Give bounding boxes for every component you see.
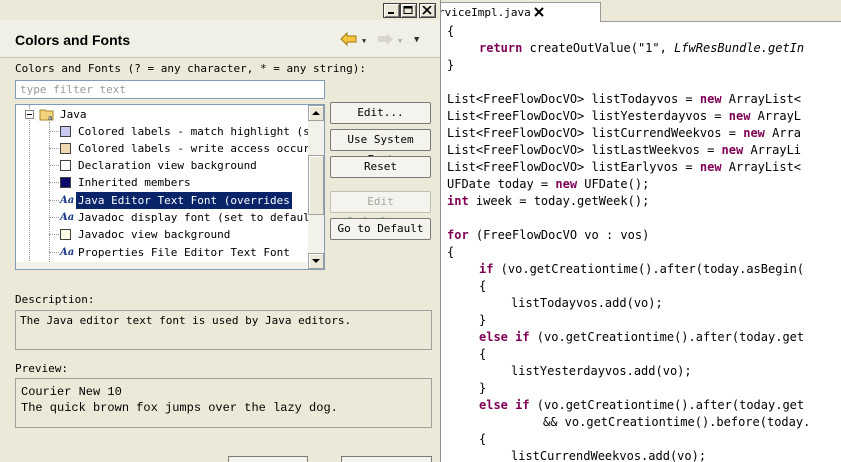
reset-button[interactable]: Reset [330,156,431,178]
code-line: } [447,58,455,72]
code-line: else if (vo.getCreationtime().after(toda… [479,398,805,412]
view-menu-icon[interactable]: ▼ [414,35,419,45]
preview-box: Courier New 10 The quick brown fox jumps… [15,378,432,428]
tree-item-label: Javadoc view background [78,228,231,241]
maximize-icon [403,6,413,14]
scroll-up-button[interactable] [308,105,324,121]
svg-text:a: a [48,114,52,121]
filter-input[interactable] [15,80,325,99]
page-title: Colors and Fonts [15,32,131,48]
tree-horizontal-scrollbar[interactable] [16,262,307,269]
go-to-default-button[interactable]: Go to Default [330,218,431,240]
code-line: else if (vo.getCreationtime().after(toda… [479,330,805,344]
tree-item-label-selected: Java Editor Text Font (overrides [76,192,292,209]
edit-default-button[interactable]: Edit Default... [330,191,431,228]
close-icon [422,6,432,15]
back-arrow-icon[interactable] [340,32,358,46]
colors-fonts-tree[interactable]: a Java Colored labels - match highlight … [15,104,325,270]
code-line: if (vo.getCreationtime().after(today.asB… [479,262,805,276]
code-line: List<FreeFlowDocVO> listEarlyvos = new A… [447,160,802,174]
preview-font-name: Courier New 10 [21,385,122,399]
tree-item-label: Properties File Editor Text Font [78,246,290,259]
font-aa-icon: Aa [60,247,75,258]
tree-item-label: Colored labels - match highlight (set [78,125,324,138]
code-line: List<FreeFlowDocVO> listTodayvos = new A… [447,92,802,106]
minimize-button[interactable] [383,3,400,18]
code-line: int iweek = today.getWeek(); [447,194,650,208]
edit-button[interactable]: Edit... [330,102,431,124]
code-line: { [447,24,455,38]
color-swatch [60,126,71,137]
code-line: List<FreeFlowDocVO> listCurrendWeekvos =… [447,126,802,140]
code-line: { [479,347,487,361]
font-aa-icon: Aa [60,195,75,206]
preview-label: Preview: [15,362,68,375]
code-line: listTodayvos.add(vo); [511,296,663,310]
code-line: return createOutValue("1", LfwResBundle.… [479,41,805,55]
tree-item-inherited-members[interactable]: Inherited members [16,174,316,191]
tree-item-label: Inherited members [78,176,191,189]
code-line: UFDate today = new UFDate(); [447,177,650,191]
forward-history-dropdown-icon[interactable]: ▼ [398,37,402,45]
code-line: } [479,313,487,327]
description-box: The Java editor text font is used by Jav… [15,310,432,350]
arrow-up-icon [312,111,320,115]
scroll-down-button[interactable] [308,253,324,269]
code-editor[interactable]: rviceImpl.java { return createOutValue("… [441,0,841,462]
color-swatch [60,160,71,171]
code-line: } [479,381,487,395]
editor-tab[interactable]: rviceImpl.java [441,2,601,22]
color-swatch [60,177,71,188]
forward-arrow-icon[interactable] [376,32,394,46]
tree-item-colored-labels-match[interactable]: Colored labels - match highlight (set [16,123,323,140]
tree-item-label: Declaration view background [78,159,257,172]
page-header: Colors and Fonts ▼ ▼ ▼ [0,20,440,58]
collapse-icon[interactable] [25,110,34,119]
tree-item-javadoc-view-bg[interactable]: Javadoc view background [16,226,316,243]
scroll-thumb[interactable] [308,155,324,215]
code-line: listYesterdayvos.add(vo); [511,364,692,378]
code-line: List<FreeFlowDocVO> listYesterdayvos = n… [447,109,802,123]
arrow-down-icon [312,259,320,263]
minimize-icon [388,12,394,14]
code-line: { [479,279,487,293]
editor-tab-label: rviceImpl.java [441,6,531,19]
code-line: List<FreeFlowDocVO> listLastWeekvos = ne… [447,143,802,157]
code-line: for (FreeFlowDocVO vo : vos) [447,228,650,242]
folder-icon: a [39,109,54,121]
filter-label: Colors and Fonts (? = any character, * =… [15,62,366,75]
tree-group-label: Java [60,108,87,121]
restore-defaults-button[interactable] [228,456,308,462]
code-line: && vo.getCreationtime().before(today. [543,415,811,429]
maximize-button[interactable] [400,3,417,18]
tree-item-label: Colored labels - write access occurren [78,142,325,155]
color-swatch [60,229,71,240]
code-line: { [479,432,487,446]
back-history-dropdown-icon[interactable]: ▼ [362,37,366,45]
close-button[interactable] [419,3,436,18]
tree-group-java[interactable]: a Java [16,106,316,123]
code-line: { [447,245,455,259]
description-label: Description: [15,293,95,306]
tree-item-label: Javadoc display font (set to default: [78,211,324,224]
dialog-title-bar [0,0,440,20]
tree-item-java-editor-text-font[interactable]: Aa Java Editor Text Font (overrides [16,192,306,209]
font-aa-icon: Aa [60,212,75,223]
preferences-dialog: Colors and Fonts ▼ ▼ ▼ Colors and Fonts … [0,0,440,462]
apply-button[interactable] [341,456,432,462]
use-system-font-button[interactable]: Use System Font [330,129,431,166]
editor-tab-strip: rviceImpl.java [441,0,841,22]
code-line: listCurrendWeekvos.add(vo); [511,449,707,462]
preview-sample-text: The quick brown fox jumps over the lazy … [21,401,338,415]
color-swatch [60,143,71,154]
close-icon[interactable] [533,6,545,18]
tree-item-javadoc-display-font[interactable]: Aa Javadoc display font (set to default: [16,209,323,226]
description-text: The Java editor text font is used by Jav… [20,314,352,327]
tree-item-properties-file-font[interactable]: Aa Properties File Editor Text Font [16,244,316,261]
tree-item-colored-labels-write[interactable]: Colored labels - write access occurren [16,140,324,157]
tree-item-declaration-view-bg[interactable]: Declaration view background [16,157,316,174]
